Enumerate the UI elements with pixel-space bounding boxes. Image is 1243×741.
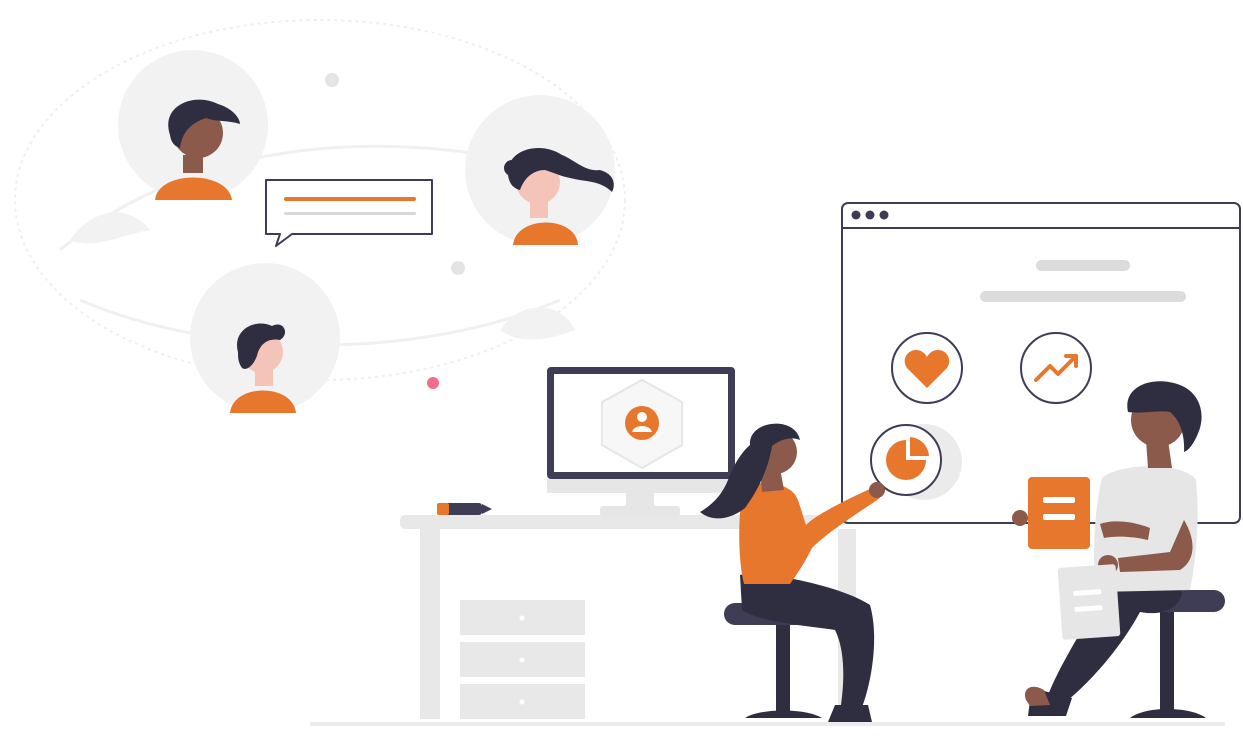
board-subtitle-placeholder (980, 291, 1186, 302)
avatar-woman-icon (465, 95, 615, 245)
window-dot (879, 210, 889, 220)
decor-dot-pink (427, 377, 439, 389)
avatar-man-icon (118, 50, 268, 200)
desktop-monitor (547, 367, 735, 516)
window-dot (851, 210, 861, 220)
marker-icon (437, 503, 492, 515)
heart-icon (891, 332, 963, 404)
window-dot (865, 210, 875, 220)
team-collaboration-illustration (14, 19, 1241, 726)
illustration-stage (0, 0, 1243, 741)
avatar-boy-icon (190, 263, 340, 413)
gray-document-icon (1057, 564, 1121, 640)
decor-dot (451, 261, 465, 275)
document-icon (1028, 477, 1090, 549)
chat-bubble-icon (265, 179, 433, 247)
trend-up-icon (1020, 332, 1092, 404)
board-title-placeholder (1036, 260, 1130, 271)
decor-dot (325, 73, 339, 87)
floor-line (310, 722, 1225, 726)
